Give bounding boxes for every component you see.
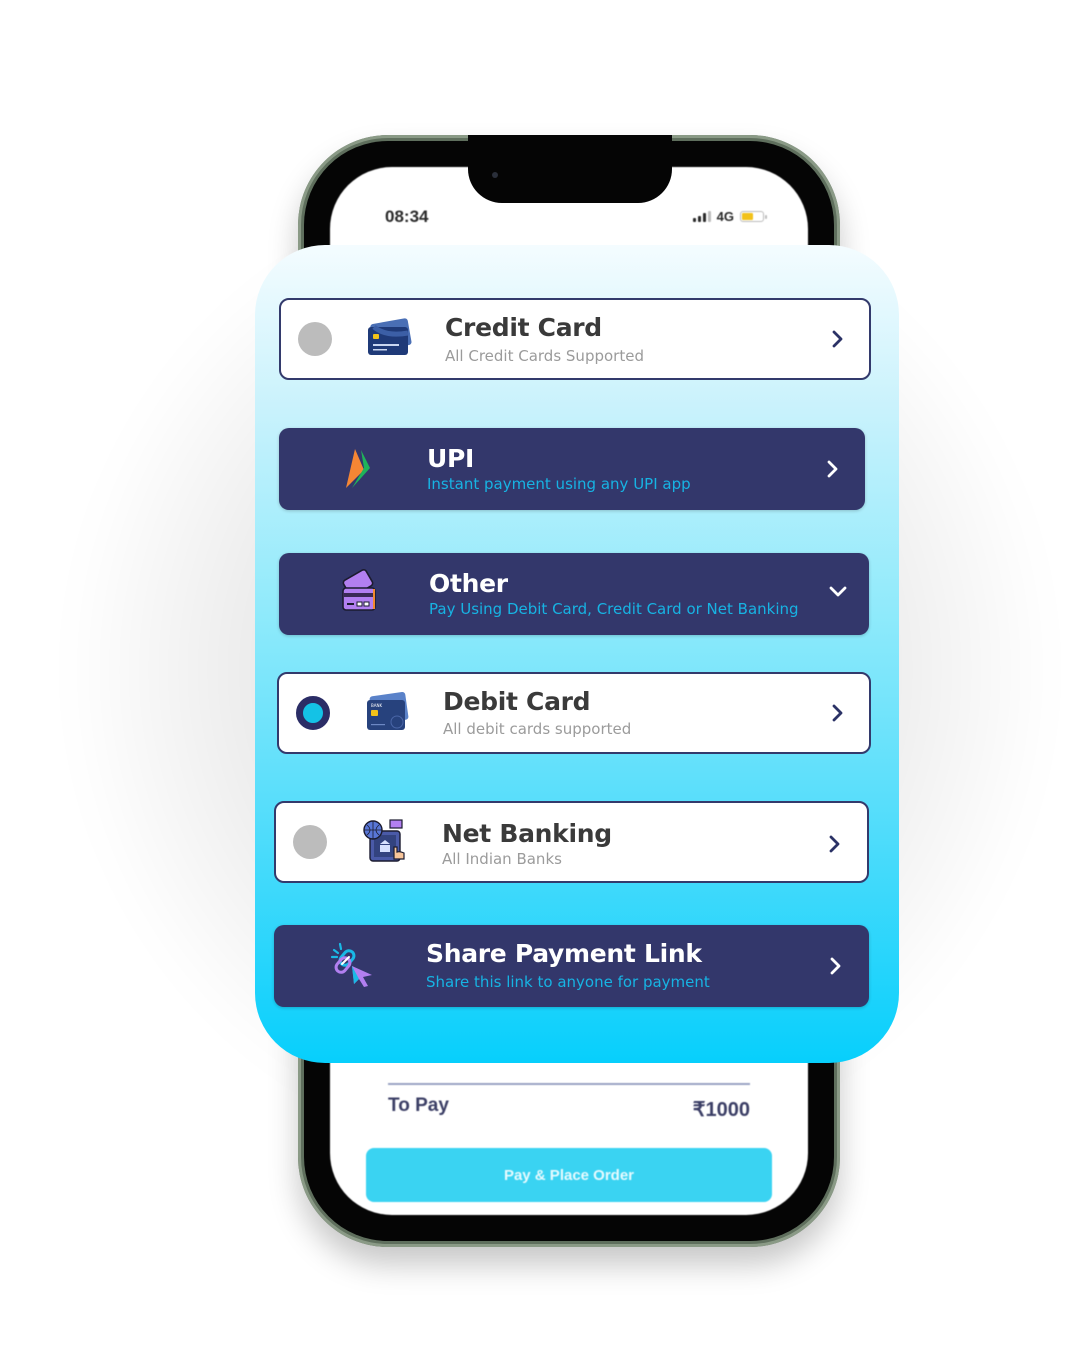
to-pay-label: To Pay [388,1095,449,1116]
battery-icon [740,211,767,222]
network-type: 4G [716,209,734,224]
bank-card-icon: BANK [367,692,409,730]
payment-option-upi[interactable]: UPI Instant payment using any UPI app [279,428,865,510]
option-title: Other [429,569,508,598]
summary-divider [388,1083,750,1085]
option-title: Credit Card [445,313,602,342]
radio-credit-card[interactable] [298,322,332,356]
option-title: Debit Card [443,687,591,716]
option-title: Share Payment Link [426,939,702,968]
battery-level [742,213,753,220]
chevron-right-icon [832,330,843,348]
option-title: Net Banking [442,819,612,848]
signal-icon [692,211,711,222]
payment-option-credit-card[interactable]: Credit Card All Credit Cards Supported [279,298,871,380]
chevron-right-icon [827,460,838,478]
radio-debit-card-selected[interactable] [296,696,330,730]
camera-dot [492,172,498,178]
payment-options-panel: Credit Card All Credit Cards Supported U… [255,245,899,1063]
payment-option-debit-card[interactable]: BANK Debit Card All debit cards supporte… [277,672,871,754]
chevron-right-icon [830,957,841,975]
radio-net-banking[interactable] [293,825,327,859]
chevron-down-icon [829,586,847,597]
option-subtitle: Pay Using Debit Card, Credit Card or Net… [429,600,799,618]
cards-icon [342,569,376,611]
credit-card-icon [368,318,412,355]
option-subtitle: All Indian Banks [442,850,562,868]
option-subtitle: All Credit Cards Supported [445,347,644,365]
svg-text:BANK: BANK [371,703,382,708]
to-pay-amount: ₹1000 [692,1099,750,1121]
option-subtitle: Instant payment using any UPI app [427,475,691,493]
payment-option-net-banking[interactable]: Net Banking All Indian Banks [274,801,869,883]
chevron-right-icon [832,704,843,722]
phone-notch [468,135,672,203]
status-indicators: 4G [692,209,767,224]
upi-logo-icon [346,449,370,488]
payment-option-other[interactable]: Other Pay Using Debit Card, Credit Card … [279,553,869,635]
net-banking-icon [363,819,405,862]
option-title: UPI [427,444,475,473]
option-subtitle: All debit cards supported [443,720,632,738]
payment-option-share-link[interactable]: Share Payment Link Share this link to an… [274,925,869,1007]
chevron-right-icon [829,835,840,853]
share-link-icon [330,942,372,987]
status-time: 08:34 [385,207,429,226]
option-subtitle: Share this link to anyone for payment [426,973,710,991]
pay-place-order-button[interactable]: Pay & Place Order [366,1148,772,1202]
